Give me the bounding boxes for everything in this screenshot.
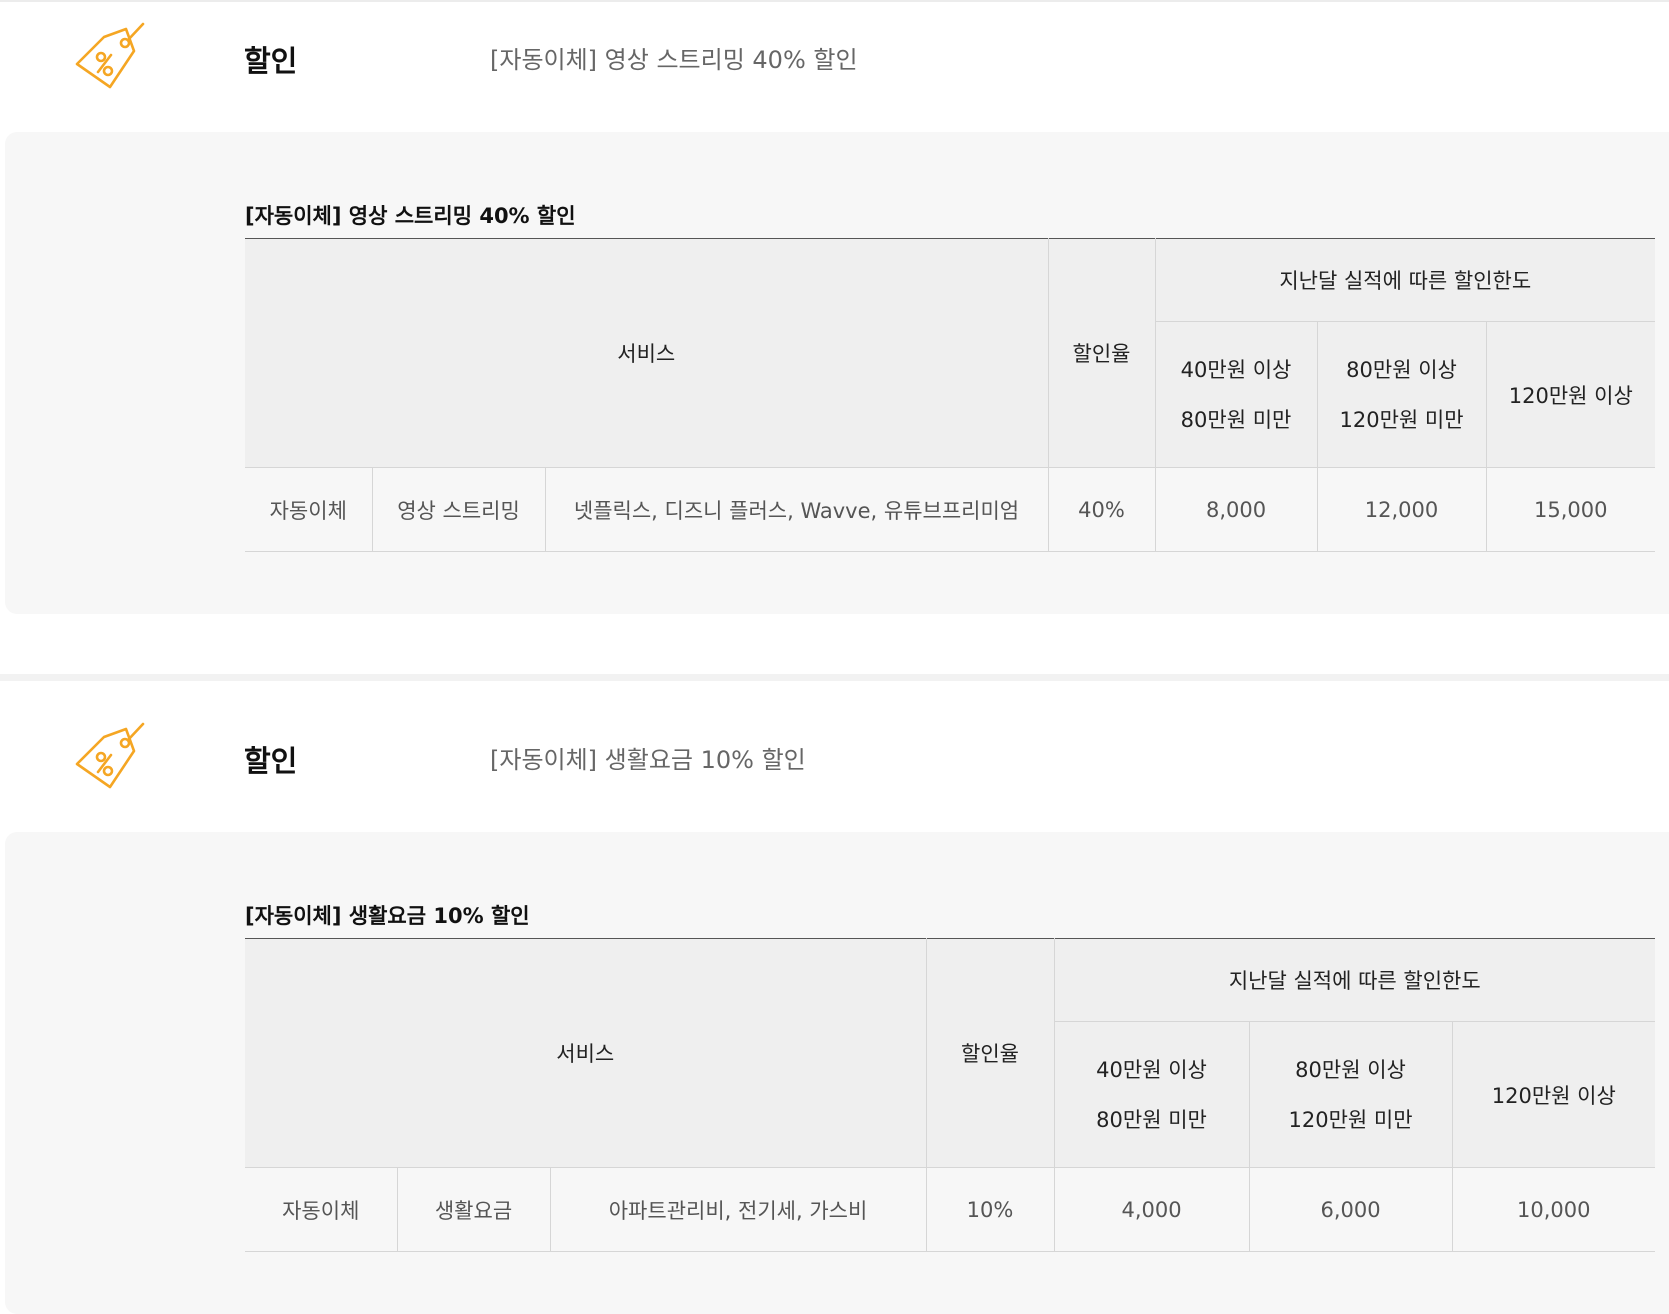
- tier2-line1: 80만원 이상: [1295, 1057, 1406, 1082]
- cell-rate: 10%: [925, 1167, 1055, 1252]
- tier2-line1: 80만원 이상: [1346, 357, 1457, 382]
- tier1-line2: 80만원 미만: [1180, 407, 1292, 432]
- col-header-limit-group: 지난달 실적에 따른 할인한도: [1154, 238, 1656, 322]
- cell-merchants: 넷플릭스, 디즈니 플러스, Wavve, 유튜브프리미엄: [544, 467, 1049, 552]
- benefit-description: [자동이체] 생활요금 10% 할인: [490, 746, 806, 774]
- cell-type: 자동이체: [245, 467, 372, 552]
- table-row: 자동이체 영상 스트리밍 넷플릭스, 디즈니 플러스, Wavve, 유튜브프리…: [245, 467, 1656, 552]
- tier1-line1: 40만원 이상: [1096, 1057, 1207, 1082]
- cell-category: 생활요금: [396, 1167, 550, 1252]
- benefit-type-title: 할인: [244, 744, 298, 778]
- benefit-header: 할인 [자동이체] 영상 스트리밍 40% 할인: [0, 0, 1669, 110]
- benefit-description: [자동이체] 영상 스트리밍 40% 할인: [490, 46, 858, 74]
- discount-table: 서비스 할인율 지난달 실적에 따른 할인한도 40만원 이상 80만원 미만 …: [245, 238, 1656, 552]
- cell-rate: 40%: [1047, 467, 1156, 552]
- col-header-rate: 할인율: [925, 938, 1055, 1168]
- cell-tier1-limit: 4,000: [1053, 1167, 1250, 1252]
- tier1-line2: 80만원 미만: [1096, 1107, 1207, 1132]
- table-row: 자동이체 생활요금 아파트관리비, 전기세, 가스비 10% 4,000 6,0…: [245, 1167, 1656, 1252]
- benefit-header: 할인 [자동이체] 생활요금 10% 할인: [0, 700, 1669, 810]
- table-title: [자동이체] 영상 스트리밍 40% 할인: [245, 204, 576, 228]
- col-header-tier3: 120만원 이상: [1485, 321, 1656, 468]
- col-header-tier1: 40만원 이상 80만원 미만: [1154, 321, 1318, 468]
- discount-table: 서비스 할인율 지난달 실적에 따른 할인한도 40만원 이상 80만원 미만 …: [245, 938, 1656, 1252]
- tier2-line2: 120만원 미만: [1339, 407, 1464, 432]
- cell-tier2-limit: 6,000: [1248, 1167, 1453, 1252]
- cell-category: 영상 스트리밍: [371, 467, 545, 552]
- tier1-line1: 40만원 이상: [1180, 357, 1292, 382]
- cell-type: 자동이체: [245, 1167, 397, 1252]
- col-header-service: 서비스: [245, 938, 927, 1168]
- benefit-type-title: 할인: [244, 44, 298, 78]
- section-divider: [0, 674, 1669, 681]
- cell-tier2-limit: 12,000: [1316, 467, 1487, 552]
- tier2-line2: 120만원 미만: [1288, 1107, 1413, 1132]
- cell-merchants: 아파트관리비, 전기세, 가스비: [549, 1167, 927, 1252]
- col-header-rate: 할인율: [1047, 238, 1156, 468]
- col-header-limit-group: 지난달 실적에 따른 할인한도: [1053, 938, 1656, 1022]
- cell-tier1-limit: 8,000: [1154, 467, 1318, 552]
- col-header-tier1: 40만원 이상 80만원 미만: [1053, 1021, 1250, 1168]
- col-header-tier3: 120만원 이상: [1451, 1021, 1656, 1168]
- col-header-service: 서비스: [245, 238, 1049, 468]
- discount-tag-icon: [75, 22, 145, 89]
- discount-tag-icon: [75, 722, 145, 789]
- cell-tier3-limit: 15,000: [1485, 467, 1656, 552]
- col-header-tier2: 80만원 이상 120만원 미만: [1248, 1021, 1453, 1168]
- table-title: [자동이체] 생활요금 10% 할인: [245, 904, 530, 928]
- col-header-tier2: 80만원 이상 120만원 미만: [1316, 321, 1487, 468]
- cell-tier3-limit: 10,000: [1451, 1167, 1656, 1252]
